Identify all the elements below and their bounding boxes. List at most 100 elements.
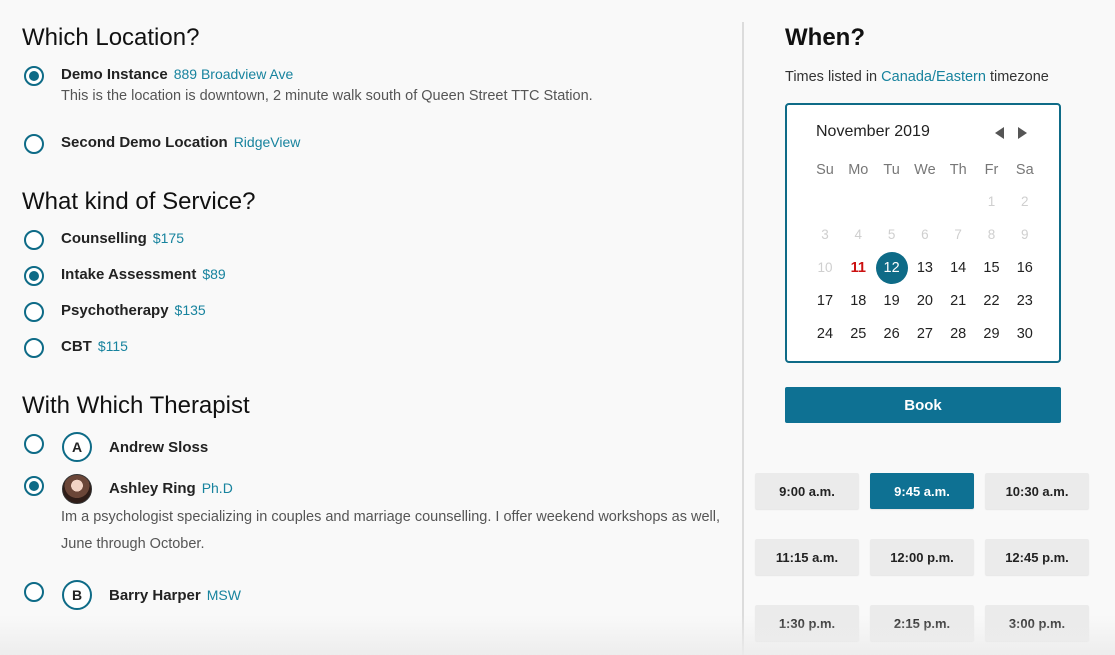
service-radio-psychotherapy[interactable] — [24, 302, 44, 322]
calendar-day-number: 4 — [854, 227, 863, 242]
calendar-day[interactable]: 20 — [908, 286, 942, 316]
time-slot[interactable]: 12:45 p.m. — [985, 539, 1089, 575]
calendar-day-number: 18 — [850, 293, 867, 309]
weekday-label: Fr — [984, 162, 999, 178]
weekday-label: Th — [949, 162, 967, 178]
booking-options-panel: Which Location? Demo Instance 889 Broadvi… — [0, 0, 743, 655]
calendar-day-number: 8 — [987, 227, 996, 242]
service-price: $89 — [202, 266, 226, 282]
therapist-name: Barry Harper — [109, 587, 201, 604]
therapist-option-barry-harper[interactable]: Barry Harper MSW — [109, 587, 241, 604]
calendar-day-number: 9 — [1021, 227, 1029, 242]
calendar-day[interactable]: 28 — [941, 319, 975, 349]
therapist-radio-ashley-ring[interactable] — [24, 476, 44, 496]
service-radio-counselling[interactable] — [24, 230, 44, 250]
service-name: CBT — [61, 338, 92, 355]
service-option-intake-assessment[interactable]: Intake Assessment $89 — [61, 266, 226, 283]
time-slot[interactable]: 10:30 a.m. — [985, 473, 1089, 509]
service-radio-cbt[interactable] — [24, 338, 44, 358]
scheduling-panel: When? Times listed in Canada/Eastern tim… — [744, 0, 1115, 655]
calendar-day[interactable]: 16 — [1008, 253, 1042, 283]
calendar-day[interactable]: 13 — [908, 253, 942, 283]
calendar-day[interactable]: 11 — [841, 253, 875, 283]
calendar-day-number: 11 — [850, 260, 866, 276]
calendar-day-number: 23 — [1016, 293, 1033, 309]
avatar: A — [62, 432, 92, 462]
calendar-day-number: 14 — [950, 260, 967, 276]
calendar-day-number: 19 — [883, 293, 900, 309]
calendar-day: 3 — [808, 220, 842, 250]
service-option-counselling[interactable]: Counselling $175 — [61, 230, 184, 247]
book-button[interactable]: Book — [785, 387, 1061, 423]
calendar-day: 1 — [975, 187, 1009, 217]
time-slot[interactable]: 1:30 p.m. — [755, 605, 859, 641]
calendar-day-selected[interactable]: 12 — [875, 252, 909, 284]
time-slot[interactable]: 11:15 a.m. — [755, 539, 859, 575]
service-name: Counselling — [61, 230, 147, 247]
therapist-option-andrew-sloss[interactable]: Andrew Sloss — [109, 439, 208, 456]
therapist-option-ashley-ring[interactable]: Ashley Ring Ph.D — [109, 480, 233, 497]
avatar-photo — [62, 474, 92, 504]
calendar-day-number: 26 — [883, 326, 900, 342]
location-radio-second-demo[interactable] — [24, 134, 44, 154]
calendar-day-number: 3 — [821, 227, 829, 242]
therapist-credential: MSW — [206, 587, 241, 603]
calendar-day-number: 17 — [816, 293, 834, 309]
calendar-day[interactable]: 30 — [1008, 319, 1042, 349]
location-radio-demo-instance[interactable] — [24, 66, 44, 86]
timezone-prefix: Times listed in — [785, 69, 882, 85]
location-option-second-demo[interactable]: Second Demo Location RidgeView — [61, 134, 300, 151]
time-slot[interactable]: 3:00 p.m. — [985, 605, 1089, 641]
location-address-link[interactable]: RidgeView — [234, 134, 301, 150]
calendar-day[interactable]: 23 — [1008, 286, 1042, 316]
service-heading: What kind of Service? — [22, 188, 256, 215]
calendar-day-number: 12 — [883, 260, 900, 276]
date-picker-calendar: November 2019 Su Mo Tu We Th Fr Sa 1 2 3 4 5 6 7 8 9 10 1… — [785, 103, 1061, 363]
calendar-day[interactable]: 27 — [908, 319, 942, 349]
calendar-day-number: 5 — [887, 227, 896, 242]
calendar-day[interactable]: 21 — [941, 286, 975, 316]
therapist-radio-barry-harper[interactable] — [24, 582, 44, 602]
calendar-day[interactable]: 25 — [841, 319, 875, 349]
service-price: $115 — [97, 338, 128, 354]
service-name: Psychotherapy — [61, 302, 169, 319]
calendar-day: 4 — [841, 220, 875, 250]
service-price: $175 — [152, 230, 184, 246]
when-heading: When? — [785, 24, 865, 51]
time-slot-selected[interactable]: 9:45 a.m. — [870, 473, 974, 509]
calendar-day[interactable]: 26 — [875, 319, 909, 349]
time-slot[interactable]: 2:15 p.m. — [870, 605, 974, 641]
calendar-day-number: 27 — [916, 326, 933, 342]
prev-month-icon[interactable] — [995, 127, 1004, 139]
calendar-day-number: 21 — [950, 293, 967, 309]
location-address-link[interactable]: 889 Broadview Ave — [174, 66, 294, 82]
calendar-day[interactable]: 14 — [941, 253, 975, 283]
service-option-cbt[interactable]: CBT $115 — [61, 338, 128, 355]
timezone-link[interactable]: Canada/Eastern — [881, 69, 986, 85]
calendar-day-number: 10 — [817, 260, 833, 275]
calendar-day[interactable]: 22 — [975, 286, 1009, 316]
location-option-demo-instance[interactable]: Demo Instance 889 Broadview Ave — [61, 66, 293, 83]
calendar-day: 9 — [1008, 220, 1042, 250]
calendar-day-number: 24 — [816, 326, 834, 342]
time-slot[interactable]: 12:00 p.m. — [870, 539, 974, 575]
calendar-day-number: 6 — [921, 227, 929, 242]
calendar-day[interactable]: 29 — [975, 319, 1009, 349]
calendar-day[interactable]: 19 — [875, 286, 909, 316]
service-radio-intake-assessment[interactable] — [24, 266, 44, 286]
time-slot[interactable]: 9:00 a.m. — [755, 473, 859, 509]
calendar-day[interactable]: 15 — [975, 253, 1009, 283]
calendar-day[interactable]: 18 — [841, 286, 875, 316]
calendar-day[interactable]: 17 — [808, 286, 842, 316]
therapist-radio-andrew-sloss[interactable] — [24, 434, 44, 454]
weekday-label: Sa — [1015, 162, 1034, 178]
next-month-icon[interactable] — [1018, 127, 1027, 139]
weekday-label: Su — [816, 162, 834, 178]
calendar-day-number: 28 — [950, 326, 967, 342]
therapist-name: Andrew Sloss — [109, 439, 209, 456]
calendar-day[interactable]: 24 — [808, 319, 842, 349]
service-option-psychotherapy[interactable]: Psychotherapy $135 — [61, 302, 206, 319]
location-name: Demo Instance — [61, 66, 168, 83]
calendar-day-number: 13 — [916, 260, 933, 276]
avatar: B — [62, 580, 92, 610]
